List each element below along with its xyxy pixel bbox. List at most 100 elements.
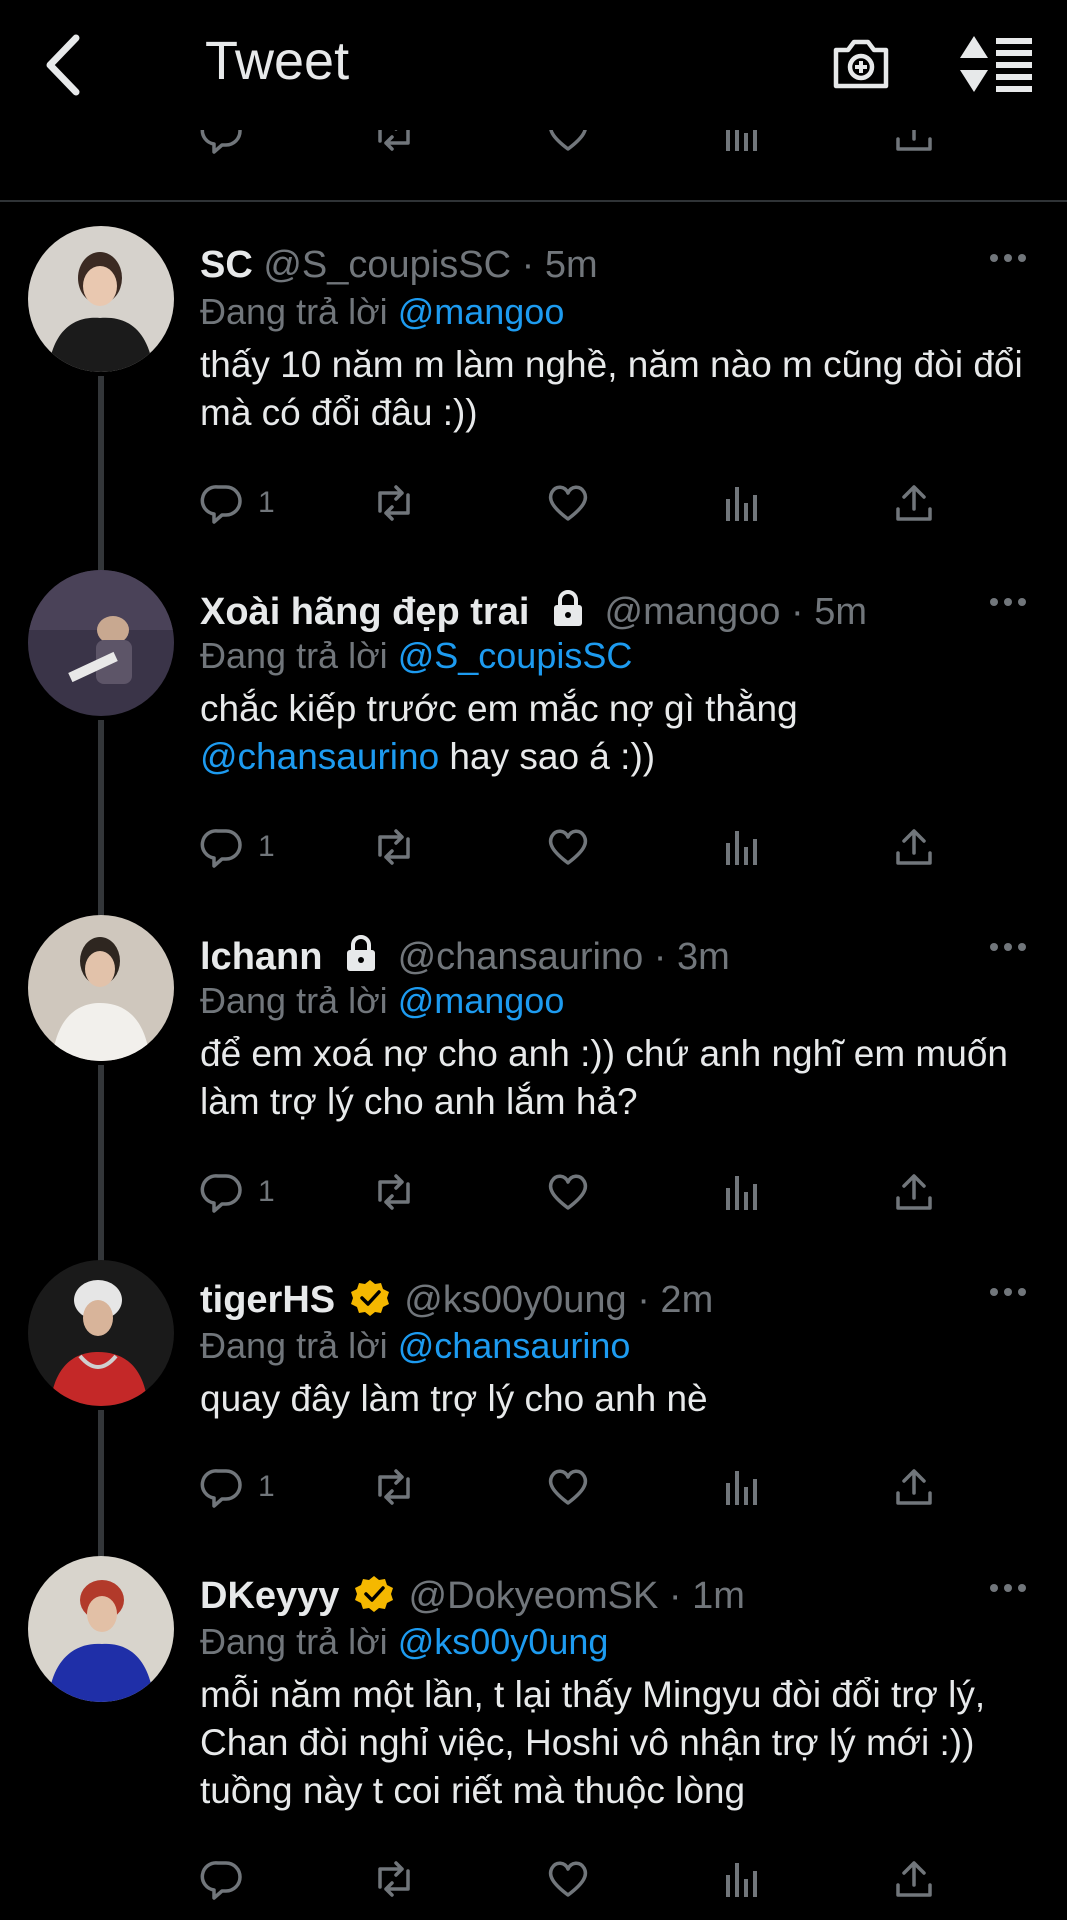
views-button[interactable] bbox=[720, 1167, 764, 1217]
tweet-actions: 1 bbox=[200, 1167, 960, 1217]
replying-to-label: Đang trả lời bbox=[200, 291, 388, 332]
lock-icon bbox=[347, 935, 376, 971]
replying-to: Đang trả lời @mangoo bbox=[200, 980, 564, 1022]
tweet-time: · 2m bbox=[637, 1279, 714, 1321]
like-icon bbox=[548, 1174, 588, 1210]
user-handle: @ks00y0ung bbox=[404, 1279, 627, 1321]
views-button[interactable] bbox=[720, 1462, 764, 1512]
reply-button[interactable] bbox=[200, 130, 244, 158]
share-button[interactable] bbox=[892, 1167, 936, 1217]
replying-to: Đang trả lời @mangoo bbox=[200, 291, 564, 333]
reply-icon bbox=[200, 1469, 242, 1508]
retweet-button[interactable] bbox=[372, 130, 416, 158]
thread-line bbox=[98, 376, 104, 576]
more-icon[interactable] bbox=[988, 1578, 1028, 1598]
tweet-time: · 5m bbox=[790, 591, 867, 633]
tweet-card[interactable]: lchann @chansaurino · 3m Đang trả lời @m… bbox=[0, 915, 1067, 1265]
retweet-button[interactable] bbox=[372, 1462, 416, 1512]
tweet-time: · 5m bbox=[521, 244, 598, 286]
replying-to-label: Đang trả lời bbox=[200, 980, 388, 1021]
tweet-card[interactable]: SC @S_coupisSC · 5m Đang trả lời @mangoo… bbox=[0, 226, 1067, 576]
user-handle: @chansaurino bbox=[397, 936, 644, 978]
reply-count: 1 bbox=[258, 1470, 275, 1503]
avatar[interactable] bbox=[28, 1556, 174, 1702]
reply-button[interactable]: 1 bbox=[200, 822, 275, 872]
reply-count: 1 bbox=[258, 486, 275, 519]
mention-link[interactable]: @S_coupisSC bbox=[398, 635, 633, 676]
retweet-button[interactable] bbox=[372, 1167, 416, 1217]
display-name[interactable]: SC bbox=[200, 244, 253, 286]
reply-icon bbox=[200, 1861, 242, 1900]
like-button[interactable] bbox=[546, 478, 590, 528]
user-handle: @S_coupisSC bbox=[263, 244, 512, 286]
sort-icon[interactable] bbox=[960, 36, 1034, 92]
like-button[interactable] bbox=[546, 1854, 590, 1904]
mention-link[interactable]: @ks00y0ung bbox=[398, 1621, 609, 1662]
thread-line bbox=[98, 1410, 104, 1560]
display-name[interactable]: DKeyyy bbox=[200, 1575, 339, 1617]
verified-icon bbox=[350, 1280, 389, 1316]
retweet-button[interactable] bbox=[372, 1854, 416, 1904]
tweet-actions: 1 bbox=[200, 1462, 960, 1512]
tweet-actions bbox=[200, 1854, 960, 1904]
reply-icon bbox=[200, 130, 242, 154]
views-button[interactable] bbox=[720, 478, 764, 528]
mention-link[interactable]: @mangoo bbox=[398, 980, 565, 1021]
tweet-card[interactable]: tigerHS @ks00y0ung · 2m Đang trả lời @ch… bbox=[0, 1260, 1067, 1560]
reply-icon bbox=[200, 1174, 242, 1213]
like-button[interactable] bbox=[546, 822, 590, 872]
share-icon bbox=[896, 130, 932, 151]
avatar[interactable] bbox=[28, 915, 174, 1061]
user-handle: @mangoo bbox=[604, 591, 781, 633]
more-icon[interactable] bbox=[988, 1282, 1028, 1302]
like-button[interactable] bbox=[546, 1167, 590, 1217]
reply-button[interactable]: 1 bbox=[200, 478, 275, 528]
share-button[interactable] bbox=[892, 478, 936, 528]
retweet-button[interactable] bbox=[372, 822, 416, 872]
views-button[interactable] bbox=[720, 1854, 764, 1904]
avatar[interactable] bbox=[28, 570, 174, 716]
share-button[interactable] bbox=[892, 130, 936, 158]
share-button[interactable] bbox=[892, 1854, 936, 1904]
tweet-card[interactable]: DKeyyy @DokyeomSK · 1m Đang trả lời @ks0… bbox=[0, 1556, 1067, 1920]
like-button[interactable] bbox=[546, 1462, 590, 1512]
replying-to-label: Đang trả lời bbox=[200, 1325, 388, 1366]
thread-line bbox=[98, 720, 104, 920]
reply-button[interactable]: 1 bbox=[200, 1167, 275, 1217]
share-button[interactable] bbox=[892, 1462, 936, 1512]
reply-button[interactable] bbox=[200, 1854, 244, 1904]
tweet-header: tigerHS @ks00y0ung · 2m bbox=[200, 1278, 713, 1322]
display-name[interactable]: Xoài hãng đẹp trai bbox=[200, 591, 529, 633]
like-icon bbox=[548, 829, 588, 865]
mention-link[interactable]: @mangoo bbox=[398, 291, 565, 332]
verified-icon bbox=[354, 1576, 393, 1612]
add-photo-icon[interactable] bbox=[830, 32, 892, 94]
views-icon bbox=[726, 1863, 757, 1897]
more-icon[interactable] bbox=[988, 937, 1028, 957]
display-name[interactable]: lchann bbox=[200, 936, 322, 978]
display-name[interactable]: tigerHS bbox=[200, 1279, 335, 1321]
more-icon[interactable] bbox=[988, 248, 1028, 268]
reply-button[interactable]: 1 bbox=[200, 1462, 275, 1512]
more-icon[interactable] bbox=[988, 592, 1028, 612]
mention-link[interactable]: @chansaurino bbox=[200, 736, 439, 777]
retweet-icon bbox=[378, 829, 410, 865]
tweet-text: thấy 10 năm m làm nghề, năm nào m cũng đ… bbox=[200, 344, 1023, 433]
reply-count: 1 bbox=[258, 1175, 275, 1208]
share-icon bbox=[896, 485, 932, 521]
reply-count: 1 bbox=[258, 830, 275, 863]
tweet-card[interactable]: Xoài hãng đẹp trai @mangoo · 5m Đang trả… bbox=[0, 570, 1067, 920]
avatar[interactable] bbox=[28, 1260, 174, 1406]
like-button[interactable] bbox=[546, 130, 590, 158]
views-button[interactable] bbox=[720, 130, 764, 158]
avatar[interactable] bbox=[28, 226, 174, 372]
tweet-text: chắc kiếp trước em mắc nợ gì thằng @chans… bbox=[200, 685, 1030, 781]
retweet-icon bbox=[378, 1861, 410, 1897]
views-icon bbox=[726, 1176, 757, 1210]
retweet-button[interactable] bbox=[372, 478, 416, 528]
views-button[interactable] bbox=[720, 822, 764, 872]
mention-link[interactable]: @chansaurino bbox=[398, 1325, 631, 1366]
share-button[interactable] bbox=[892, 822, 936, 872]
replying-to: Đang trả lời @ks00y0ung bbox=[200, 1621, 608, 1663]
back-arrow-icon[interactable] bbox=[40, 30, 100, 100]
